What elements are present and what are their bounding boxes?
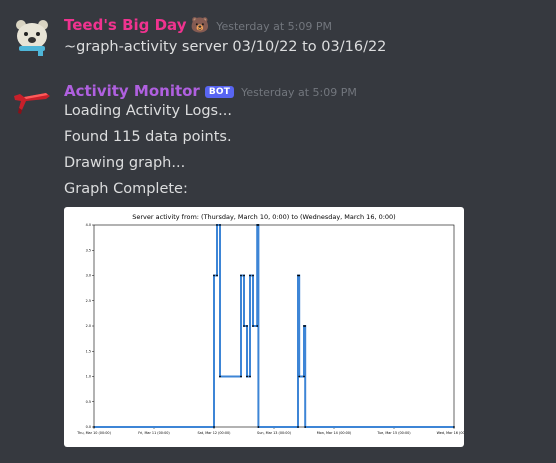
data-point xyxy=(304,325,307,327)
data-point xyxy=(240,375,242,378)
data-point xyxy=(243,274,245,277)
data-point xyxy=(298,274,301,277)
y-tick-label: 3.5 xyxy=(86,248,91,252)
y-tick-label: 3.0 xyxy=(86,274,91,278)
graph-image[interactable]: 0.0 0.5 1.0 1.5 2.0 2.5 3.0 3.5 4.0 Thu, Mar 10 (… xyxy=(64,207,464,447)
activity-chart: 0.0 0.5 1.0 1.5 2.0 2.5 3.0 3.5 4.0 Thu, Mar 10 (… xyxy=(76,213,464,435)
data-point xyxy=(252,274,254,277)
data-point xyxy=(216,274,218,277)
message-line-2: Found 115 data points. xyxy=(64,129,232,145)
bot-tag: BOT xyxy=(204,86,235,98)
message-line-3: Drawing graph... xyxy=(64,155,186,171)
data-point xyxy=(303,375,305,378)
username[interactable]: Activity Monitor xyxy=(64,82,200,100)
series-line xyxy=(94,224,454,428)
data-point xyxy=(249,274,251,277)
data-point xyxy=(240,274,242,277)
data-point xyxy=(216,224,218,226)
timestamp[interactable]: Yesterday at 5:09 PM xyxy=(216,20,332,33)
message-text: ~graph-activity server 03/10/22 to 03/16… xyxy=(64,39,387,55)
data-point xyxy=(257,224,260,226)
message-header: Teed's Big Day 🐻 Yesterday at 5:09 PM xyxy=(64,15,332,34)
y-tick-label: 2.0 xyxy=(86,324,91,328)
y-tick-label: 1.0 xyxy=(86,375,91,379)
data-point xyxy=(252,325,254,327)
y-tick-label: 0.5 xyxy=(86,400,91,404)
x-tick-label: Tue, Mar 15 (00:00) xyxy=(376,431,411,435)
x-tick-label: Wed, Mar 16 (00:00) xyxy=(437,431,464,435)
bear-avatar[interactable] xyxy=(12,16,52,56)
data-point xyxy=(93,426,95,428)
data-point xyxy=(256,325,259,327)
data-point xyxy=(304,426,307,428)
message-line-1: Loading Activity Logs... xyxy=(64,103,232,119)
plot-frame xyxy=(93,224,455,428)
bot-avatar[interactable] xyxy=(12,84,52,124)
data-point xyxy=(246,375,248,378)
message-header: Activity Monitor BOT Yesterday at 5:09 PM xyxy=(64,81,357,100)
data-point xyxy=(249,375,251,378)
y-tick-label: 2.5 xyxy=(86,299,91,303)
x-tick-label: Sun, Mar 13 (00:00) xyxy=(257,431,292,435)
data-point xyxy=(213,426,215,428)
x-tick-label: Fri, Mar 11 (00:00) xyxy=(138,431,170,435)
data-point xyxy=(257,426,260,428)
username[interactable]: Teed's Big Day xyxy=(64,16,187,34)
data-point xyxy=(246,325,248,327)
y-tick-label: 4.0 xyxy=(86,223,91,227)
data-point xyxy=(298,375,301,378)
data-point xyxy=(243,325,245,327)
data-point xyxy=(213,274,215,277)
bear-emoji-icon: 🐻 xyxy=(190,16,210,34)
data-point xyxy=(297,426,299,428)
data-point xyxy=(453,426,455,428)
timestamp[interactable]: Yesterday at 5:09 PM xyxy=(241,86,357,99)
y-tick-label: 1.5 xyxy=(86,349,91,353)
x-tick-label: Mon, Mar 14 (00:00) xyxy=(317,431,352,435)
x-tick-label: Thu, Mar 10 (00:00) xyxy=(76,431,111,435)
y-tick-label: 0.0 xyxy=(86,425,91,429)
data-point xyxy=(219,375,221,378)
x-tick-label: Sat, Mar 12 (00:00) xyxy=(198,431,232,435)
chart-title: Server activity from: (Thursday, March 1… xyxy=(132,213,395,221)
data-point xyxy=(219,224,221,226)
message-line-4: Graph Complete: xyxy=(64,181,188,197)
